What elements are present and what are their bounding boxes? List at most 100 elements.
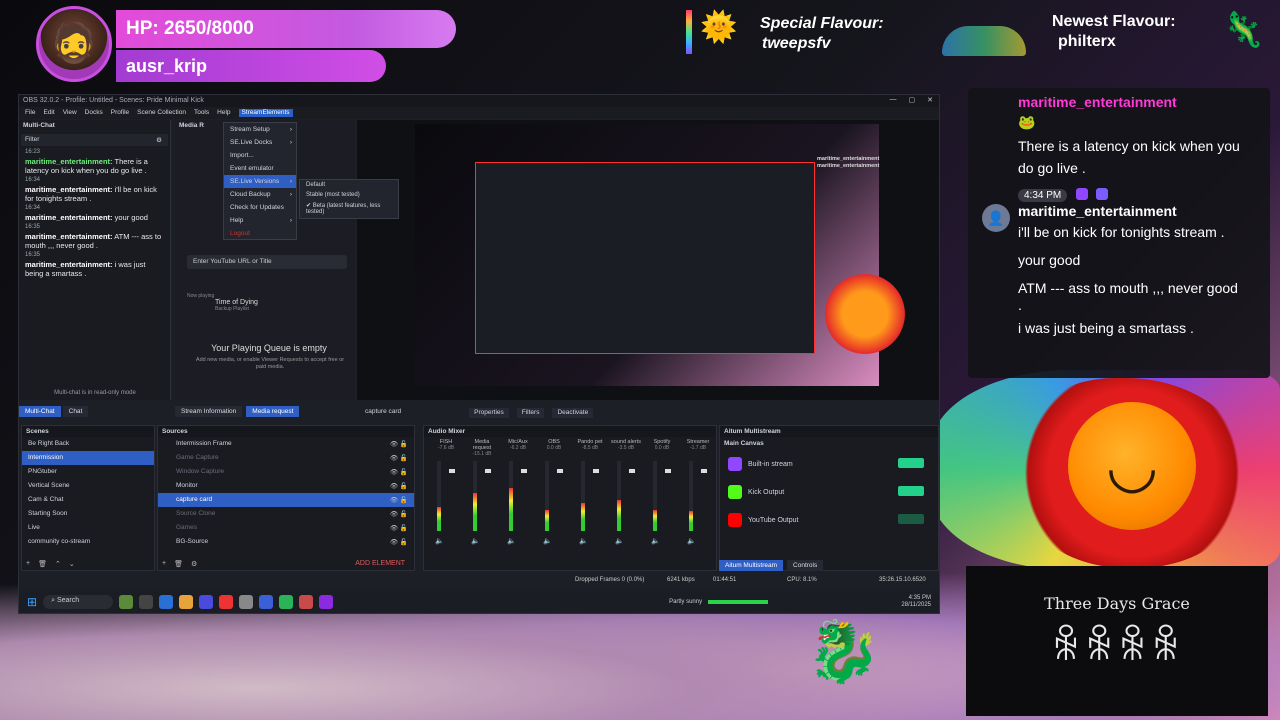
visibility-lock-icon[interactable]: 👁 🔓 — [390, 468, 408, 476]
tab-media-request[interactable]: Media request — [246, 406, 300, 417]
gear-icon[interactable]: ⚙ — [191, 560, 197, 568]
speaker-icon[interactable]: 🔈 — [579, 537, 588, 545]
filters-button[interactable]: Filters — [516, 408, 545, 418]
speaker-icon[interactable]: 🔈 — [687, 537, 696, 545]
filter-dropdown[interactable]: Filter ⚙ — [21, 134, 168, 146]
output-toggle[interactable] — [898, 486, 924, 496]
folder-icon[interactable] — [179, 595, 194, 609]
speaker-icon[interactable]: 🔈 — [615, 537, 624, 545]
volume-fader[interactable] — [449, 469, 455, 473]
menu-profile[interactable]: Profile — [111, 109, 129, 117]
app-icon[interactable] — [119, 595, 134, 609]
scene-item[interactable]: Intermission — [22, 451, 154, 465]
scene-item[interactable]: community co-stream — [22, 535, 154, 549]
chevron-up-icon[interactable]: ⌃ — [55, 560, 61, 568]
add-icon[interactable]: + — [162, 560, 166, 568]
volume-fader[interactable] — [557, 469, 563, 473]
speaker-icon[interactable]: 🔈 — [435, 537, 444, 545]
windows-start-icon[interactable]: ⊞ — [27, 595, 37, 609]
menu-file[interactable]: File — [25, 109, 35, 117]
store-icon[interactable] — [199, 595, 214, 609]
tab-controls[interactable]: Controls — [787, 560, 824, 571]
visibility-lock-icon[interactable]: 👁 🔓 — [390, 496, 408, 504]
source-item[interactable]: Window Capture 👁 🔓 — [158, 465, 414, 479]
output-toggle[interactable] — [898, 514, 924, 524]
taskbar-search[interactable]: ⌕ Search — [43, 595, 114, 609]
discord-icon[interactable] — [259, 595, 274, 609]
visibility-lock-icon[interactable]: 👁 🔓 — [390, 454, 408, 462]
minimize-icon[interactable]: — — [890, 96, 897, 104]
source-item[interactable]: capture card 👁 🔓 — [158, 493, 414, 507]
speaker-icon[interactable]: 🔈 — [543, 537, 552, 545]
menu-view[interactable]: View — [63, 109, 77, 117]
menu-docks[interactable]: Docks — [85, 109, 103, 117]
scene-item[interactable]: Be Right Back — [22, 437, 154, 451]
properties-button[interactable]: Properties — [469, 408, 509, 418]
scene-item[interactable]: Cam & Chat — [22, 493, 154, 507]
source-item[interactable]: Intermission Frame 👁 🔓 — [158, 437, 414, 451]
output-toggle[interactable] — [898, 458, 924, 468]
speaker-icon[interactable]: 🔈 — [651, 537, 660, 545]
gear-icon[interactable]: ⚙ — [156, 136, 162, 144]
volume-fader[interactable] — [521, 469, 527, 473]
scene-item[interactable]: Live — [22, 521, 154, 535]
menu-edit[interactable]: Edit — [43, 109, 54, 117]
menu-item-event-emulator[interactable]: Event emulator — [224, 162, 296, 175]
add-element-button[interactable]: ADD ELEMENT — [355, 560, 405, 568]
youtube-url-input[interactable]: Enter YouTube URL or Title — [187, 255, 347, 269]
source-item[interactable]: Game Capture 👁 🔓 — [158, 451, 414, 465]
tab-chat[interactable]: Chat — [62, 406, 89, 417]
source-item[interactable]: Games 👁 🔓 — [158, 521, 414, 535]
menu-streamelements[interactable]: StreamElements — [238, 109, 293, 117]
obs-icon[interactable] — [299, 595, 314, 609]
menu-item-check-updates[interactable]: Check for Updates — [224, 201, 296, 214]
capture-card-selection[interactable] — [475, 162, 815, 354]
scene-item[interactable]: Vertical Scene — [22, 479, 154, 493]
submenu-default[interactable]: Default — [300, 180, 398, 190]
volume-fader[interactable] — [629, 469, 635, 473]
menu-help[interactable]: Help — [217, 109, 230, 117]
source-item[interactable]: Monitor 👁 🔓 — [158, 479, 414, 493]
tab-aitum-multistream[interactable]: Aitum Multistream — [719, 560, 784, 571]
tab-multichat[interactable]: Multi-Chat — [19, 406, 61, 417]
menu-item-logout[interactable]: Logout — [224, 227, 296, 240]
speaker-icon[interactable]: 🔈 — [507, 537, 516, 545]
trash-icon[interactable]: 🗑 — [38, 560, 47, 568]
settings-icon[interactable] — [239, 595, 254, 609]
visibility-lock-icon[interactable]: 👁 🔓 — [390, 524, 408, 532]
submenu-beta[interactable]: ✔ Beta (latest features, less tested) — [300, 200, 398, 217]
preview-canvas[interactable]: maritime_entertainment maritime_entertain… — [357, 120, 939, 400]
scene-item[interactable]: Starting Soon — [22, 507, 154, 521]
menu-item-stream-setup[interactable]: Stream Setup › — [224, 123, 296, 136]
volume-fader[interactable] — [665, 469, 671, 473]
chevron-down-icon[interactable]: ⌄ — [69, 560, 75, 568]
deactivate-button[interactable]: Deactivate — [552, 408, 594, 418]
trash-icon[interactable]: 🗑 — [174, 560, 183, 568]
source-item[interactable]: BG-Source 👁 🔓 — [158, 535, 414, 549]
visibility-lock-icon[interactable]: 👁 🔓 — [390, 510, 408, 518]
menu-scene-collection[interactable]: Scene Collection — [137, 109, 186, 117]
visibility-lock-icon[interactable]: 👁 🔓 — [390, 440, 408, 448]
submenu-stable[interactable]: Stable (most tested) — [300, 190, 398, 200]
spotify-icon[interactable] — [279, 595, 294, 609]
menu-item-se-live-versions[interactable]: SE.Live Versions › — [224, 175, 296, 188]
menu-tools[interactable]: Tools — [194, 109, 209, 117]
visibility-lock-icon[interactable]: 👁 🔓 — [390, 538, 408, 546]
menu-item-cloud-backup[interactable]: Cloud Backup › — [224, 188, 296, 201]
speaker-icon[interactable]: 🔈 — [471, 537, 480, 545]
add-icon[interactable]: + — [26, 560, 30, 568]
scene-item[interactable]: PNGtuber — [22, 465, 154, 479]
volume-fader[interactable] — [593, 469, 599, 473]
visibility-lock-icon[interactable]: 👁 🔓 — [390, 482, 408, 490]
volume-fader[interactable] — [485, 469, 491, 473]
volume-fader[interactable] — [701, 469, 707, 473]
chrome-icon[interactable] — [219, 595, 234, 609]
file-explorer-icon[interactable] — [159, 595, 174, 609]
taskview-icon[interactable] — [139, 595, 154, 609]
close-icon[interactable]: ✕ — [927, 96, 933, 104]
source-item[interactable]: Source Clone 👁 🔓 — [158, 507, 414, 521]
menu-item-help[interactable]: Help › — [224, 214, 296, 227]
tab-stream-information[interactable]: Stream Information — [175, 406, 243, 417]
twitch-icon[interactable] — [319, 595, 334, 609]
maximize-icon[interactable]: ▢ — [909, 96, 916, 104]
